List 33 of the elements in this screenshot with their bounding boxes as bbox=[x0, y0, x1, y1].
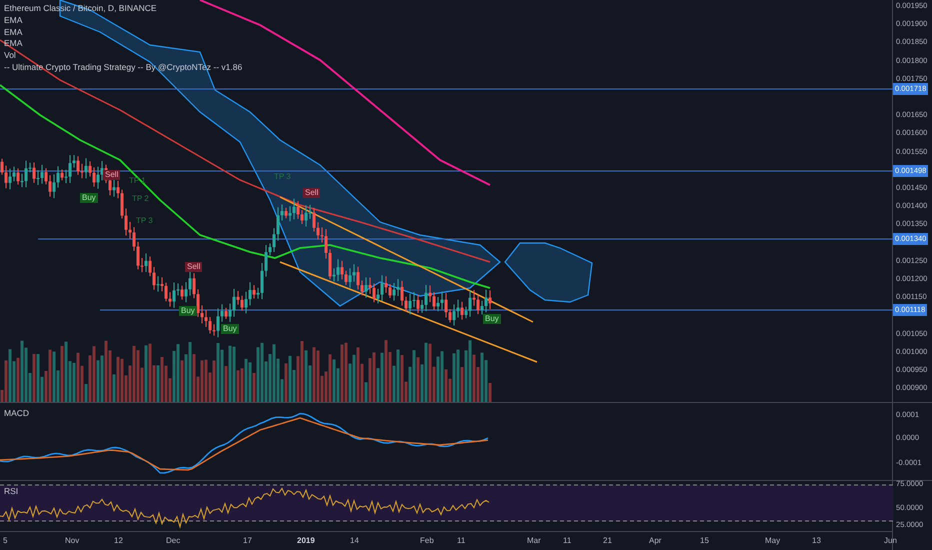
signal-label: Sell bbox=[103, 170, 120, 180]
pane-title: MACD bbox=[4, 408, 30, 418]
indicator-label: EMA bbox=[4, 14, 24, 27]
time-axis-label: Mar bbox=[527, 536, 541, 545]
signal-label: TP 3 bbox=[135, 216, 154, 226]
signal-label: Buy bbox=[483, 314, 501, 324]
time-axis-label: 12 bbox=[114, 536, 123, 545]
time-axis-label: Jun bbox=[884, 536, 897, 545]
signal-label: Sell bbox=[185, 262, 202, 272]
time-axis-label: 2019 bbox=[297, 536, 315, 545]
time-axis-label: May bbox=[765, 536, 780, 545]
signal-label: TP 3 bbox=[273, 172, 292, 182]
time-axis-label: 17 bbox=[243, 536, 252, 545]
indicator-label: Vol bbox=[4, 50, 17, 62]
time-axis-label: Dec bbox=[166, 536, 180, 545]
signal-label: Sell bbox=[303, 188, 320, 198]
indicator-label: EMA bbox=[4, 26, 24, 38]
pane-title: RSI bbox=[4, 486, 18, 496]
indicator-label: EMA bbox=[4, 38, 24, 50]
time-axis-label: 13 bbox=[812, 536, 821, 545]
time-axis-label: 11 bbox=[563, 536, 572, 545]
time-axis-label: 14 bbox=[350, 536, 359, 545]
time-axis-label: 21 bbox=[603, 536, 612, 545]
time-axis-label: 15 bbox=[700, 536, 709, 545]
time-axis-label: Apr bbox=[649, 536, 662, 545]
time-axis-label: Nov bbox=[65, 536, 80, 545]
time-axis-label: 11 bbox=[457, 536, 466, 545]
signal-label: TP 2 bbox=[131, 194, 150, 204]
time-axis-label: 5 bbox=[3, 536, 8, 545]
signal-label: Buy bbox=[179, 306, 197, 316]
signal-label: Buy bbox=[221, 324, 239, 334]
time-axis-label: Feb bbox=[420, 536, 434, 545]
signal-label: Buy bbox=[80, 193, 98, 203]
